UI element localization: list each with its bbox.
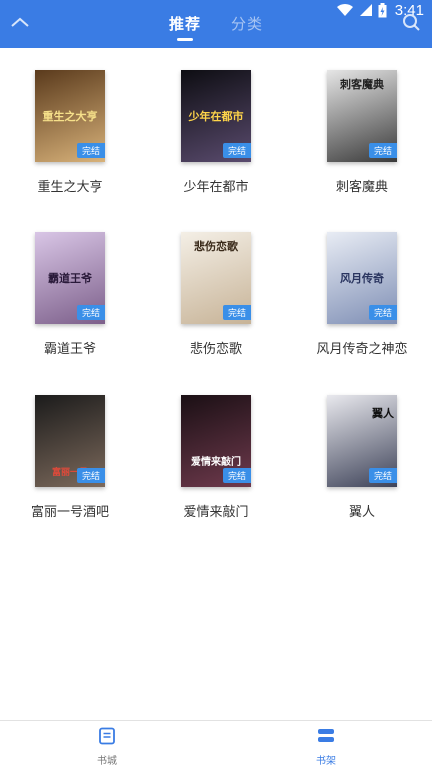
book-item[interactable]: 刺客魔典 完结 刺客魔典 bbox=[302, 70, 422, 195]
status-badge: 完结 bbox=[222, 143, 251, 158]
status-badge: 完结 bbox=[368, 143, 397, 158]
status-badge: 完结 bbox=[76, 143, 105, 158]
bottom-nav: 书城 书架 bbox=[0, 720, 432, 769]
cover-text: 翼人 bbox=[372, 407, 394, 420]
tab-recommend[interactable]: 推荐 bbox=[169, 13, 201, 42]
book-cover[interactable]: 霸道王爷 完结 bbox=[35, 232, 105, 324]
status-badge: 完结 bbox=[222, 305, 251, 320]
cover-text: 重生之大亨 bbox=[42, 110, 98, 123]
nav-book-store[interactable]: 书城 bbox=[77, 727, 137, 767]
cover-text: 少年在都市 bbox=[188, 110, 244, 123]
cover-text: 刺客魔典 bbox=[340, 78, 384, 91]
signal-icon bbox=[359, 4, 372, 16]
book-title: 少年在都市 bbox=[183, 180, 249, 195]
book-item[interactable]: 重生之大亨 完结 重生之大亨 bbox=[10, 70, 130, 195]
tab-category[interactable]: 分类 bbox=[231, 13, 263, 42]
book-item[interactable]: 翼人 完结 翼人 bbox=[302, 395, 422, 520]
status-badge: 完结 bbox=[76, 468, 105, 483]
bookshelf-icon bbox=[318, 729, 334, 742]
book-item[interactable]: 少年在都市 完结 少年在都市 bbox=[156, 70, 276, 195]
book-cover[interactable]: 爱情来敲门 完结 bbox=[181, 395, 251, 487]
cover-text: 风月传奇 bbox=[340, 272, 384, 285]
book-title: 重生之大亨 bbox=[37, 180, 103, 195]
status-badge: 完结 bbox=[368, 305, 397, 320]
wifi-icon bbox=[336, 3, 353, 17]
book-title: 悲伤恋歌 bbox=[189, 342, 242, 357]
book-cover[interactable]: 重生之大亨 完结 bbox=[35, 70, 105, 162]
nav-label: 书架 bbox=[316, 756, 336, 767]
book-item[interactable]: 悲伤恋歌 完结 悲伤恋歌 bbox=[156, 232, 276, 357]
book-item[interactable]: 富丽一号 完结 富丽一号酒吧 bbox=[10, 395, 130, 520]
book-item[interactable]: 霸道王爷 完结 霸道王爷 bbox=[10, 232, 130, 357]
top-bar: 推荐 分类 3:41 bbox=[0, 0, 432, 48]
book-item[interactable]: 风月传奇 完结 风月传奇之神恋 bbox=[302, 232, 422, 357]
book-cover[interactable]: 悲伤恋歌 完结 bbox=[181, 232, 251, 324]
nav-label: 书城 bbox=[97, 756, 117, 767]
book-title: 风月传奇之神恋 bbox=[316, 342, 408, 357]
book-title: 刺客魔典 bbox=[335, 180, 388, 195]
tab-label: 推荐 bbox=[168, 15, 201, 33]
search-icon[interactable] bbox=[402, 13, 420, 31]
status-badge: 完结 bbox=[76, 305, 105, 320]
status-badge: 完结 bbox=[368, 468, 397, 483]
nav-bookshelf[interactable]: 书架 bbox=[296, 727, 356, 767]
battery-icon bbox=[378, 2, 387, 17]
book-cover[interactable]: 富丽一号 完结 bbox=[35, 395, 105, 487]
tab-label: 分类 bbox=[231, 15, 264, 33]
cover-text: 爱情来敲门 bbox=[191, 457, 241, 468]
book-cover[interactable]: 风月传奇 完结 bbox=[327, 232, 397, 324]
book-title: 翼人 bbox=[348, 505, 375, 520]
book-store-icon bbox=[99, 727, 115, 745]
book-cover[interactable]: 少年在都市 完结 bbox=[181, 70, 251, 162]
book-title: 霸道王爷 bbox=[43, 342, 96, 357]
active-tab-indicator bbox=[176, 38, 193, 41]
cover-text: 悲伤恋歌 bbox=[194, 240, 238, 253]
book-title: 富丽一号酒吧 bbox=[30, 505, 109, 520]
status-badge: 完结 bbox=[222, 468, 251, 483]
cover-text: 霸道王爷 bbox=[48, 272, 92, 285]
book-cover[interactable]: 刺客魔典 完结 bbox=[327, 70, 397, 162]
book-item[interactable]: 爱情来敲门 完结 爱情来敲门 bbox=[156, 395, 276, 520]
book-title: 爱情来敲门 bbox=[183, 505, 249, 520]
book-cover[interactable]: 翼人 完结 bbox=[327, 395, 397, 487]
